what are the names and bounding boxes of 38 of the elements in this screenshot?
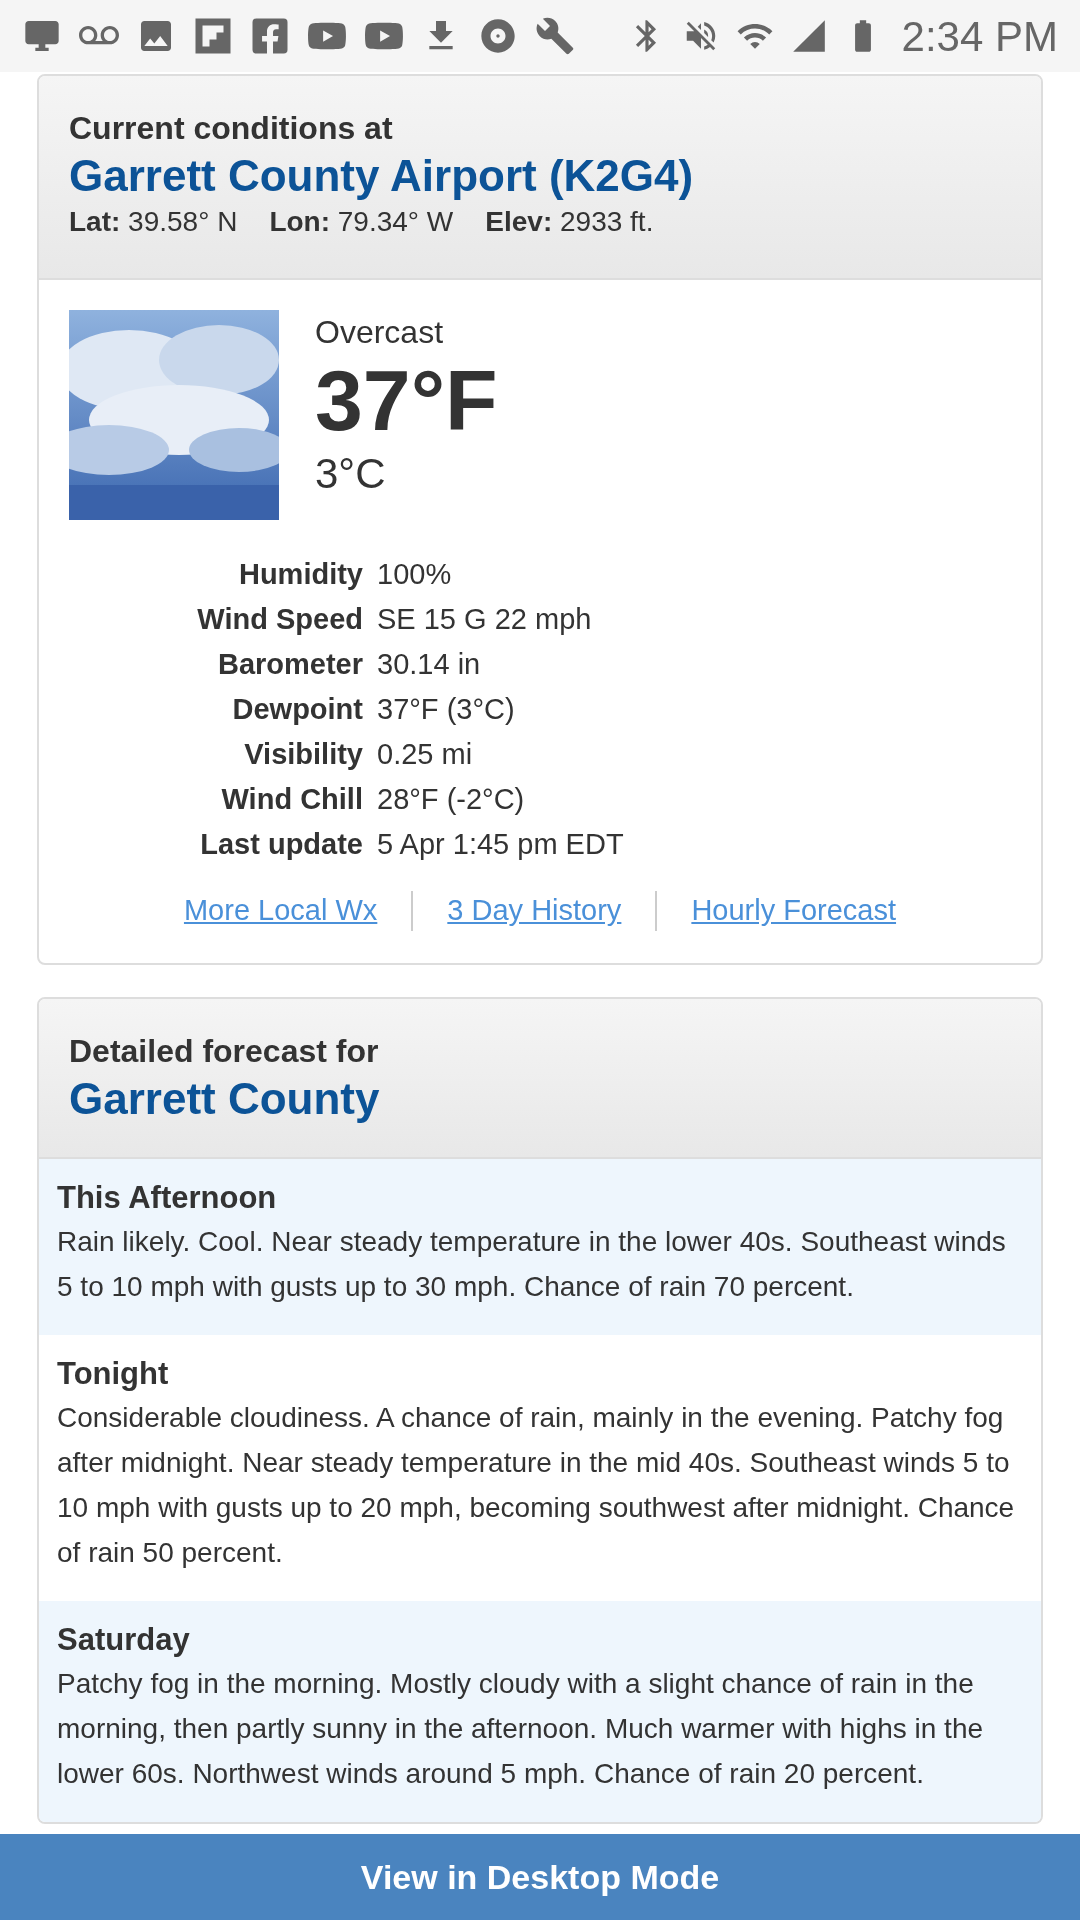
detail-value: 0.25 mi: [377, 737, 474, 772]
detail-label: Wind Chill: [220, 782, 363, 817]
detail-label: Barometer: [216, 647, 363, 682]
wrench-icon: [535, 16, 575, 56]
detail-label: Dewpoint: [231, 692, 363, 727]
detail-label: Last update: [199, 827, 363, 862]
clock-time: 2:34 PM: [901, 11, 1058, 62]
period-text: Considerable cloudiness. A chance of rain, mainly in the evening. Patchy fog after midnight. Near steady temperature in the mid 40s. Southeast winds 5 to 10 mph with gusts up to 20 mph, becoming southwest after midnight. Chance of rain 50 percent.: [57, 1400, 1016, 1570]
detail-value: 37°F (3°C): [377, 692, 516, 727]
period-name: Tonight: [57, 1354, 170, 1393]
coordinate-text: Lat: 39.58° N: [69, 205, 238, 239]
square-logo-icon: [193, 16, 233, 56]
detail-value: 28°F (-2°C): [377, 782, 526, 817]
detail-label: Humidity: [237, 557, 363, 592]
condition-text: Overcast: [315, 313, 445, 352]
station-name: Garrett County Airport (K2G4): [69, 150, 695, 202]
detail-label: Wind Speed: [196, 602, 363, 637]
period-text: Patchy fog in the morning. Mostly cloudy with a slight chance of rain in the morning, then partly sunny in the afternoon. Much warmer with highs in the lower 60s. Northwest winds around 5 mph. Chance of rain 20 percent.: [57, 1666, 985, 1791]
coordinate-text: Elev: 2933 ft.: [485, 205, 654, 239]
temperature-celsius: 3°C: [315, 449, 387, 499]
detail-value: 5 Apr 1:45 pm EDT: [377, 827, 625, 862]
detail-value: 100%: [377, 557, 453, 592]
conditions-heading: Current conditions at: [69, 109, 394, 148]
temperature-fahrenheit: 37°F: [315, 352, 498, 448]
detail-value: SE 15 G 22 mph: [377, 602, 593, 637]
link[interactable]: 3 Day History: [447, 889, 622, 933]
detail-label: Visibility: [243, 737, 363, 772]
forecast-location: Garrett County: [69, 1072, 381, 1125]
period-name: This Afternoon: [57, 1178, 278, 1217]
coordinate-text: Lon: 79.34° W: [269, 205, 454, 239]
period-name: Saturday: [57, 1620, 191, 1659]
detail-value: 30.14 in: [377, 647, 482, 682]
forecast-heading: Detailed forecast for: [69, 1031, 380, 1071]
letter-f-icon: [250, 16, 290, 56]
link[interactable]: Hourly Forecast: [691, 889, 897, 933]
link[interactable]: More Local Wx: [183, 889, 378, 933]
period-text: Rain likely. Cool. Near steady temperature in the lower 40s. Southeast winds 5 to 10 mph with gusts up to 30 mph. Chance of rain 70 percent.: [57, 1224, 1007, 1304]
desktop-mode-bar[interactable]: View in Desktop Mode: [0, 1834, 1080, 1920]
